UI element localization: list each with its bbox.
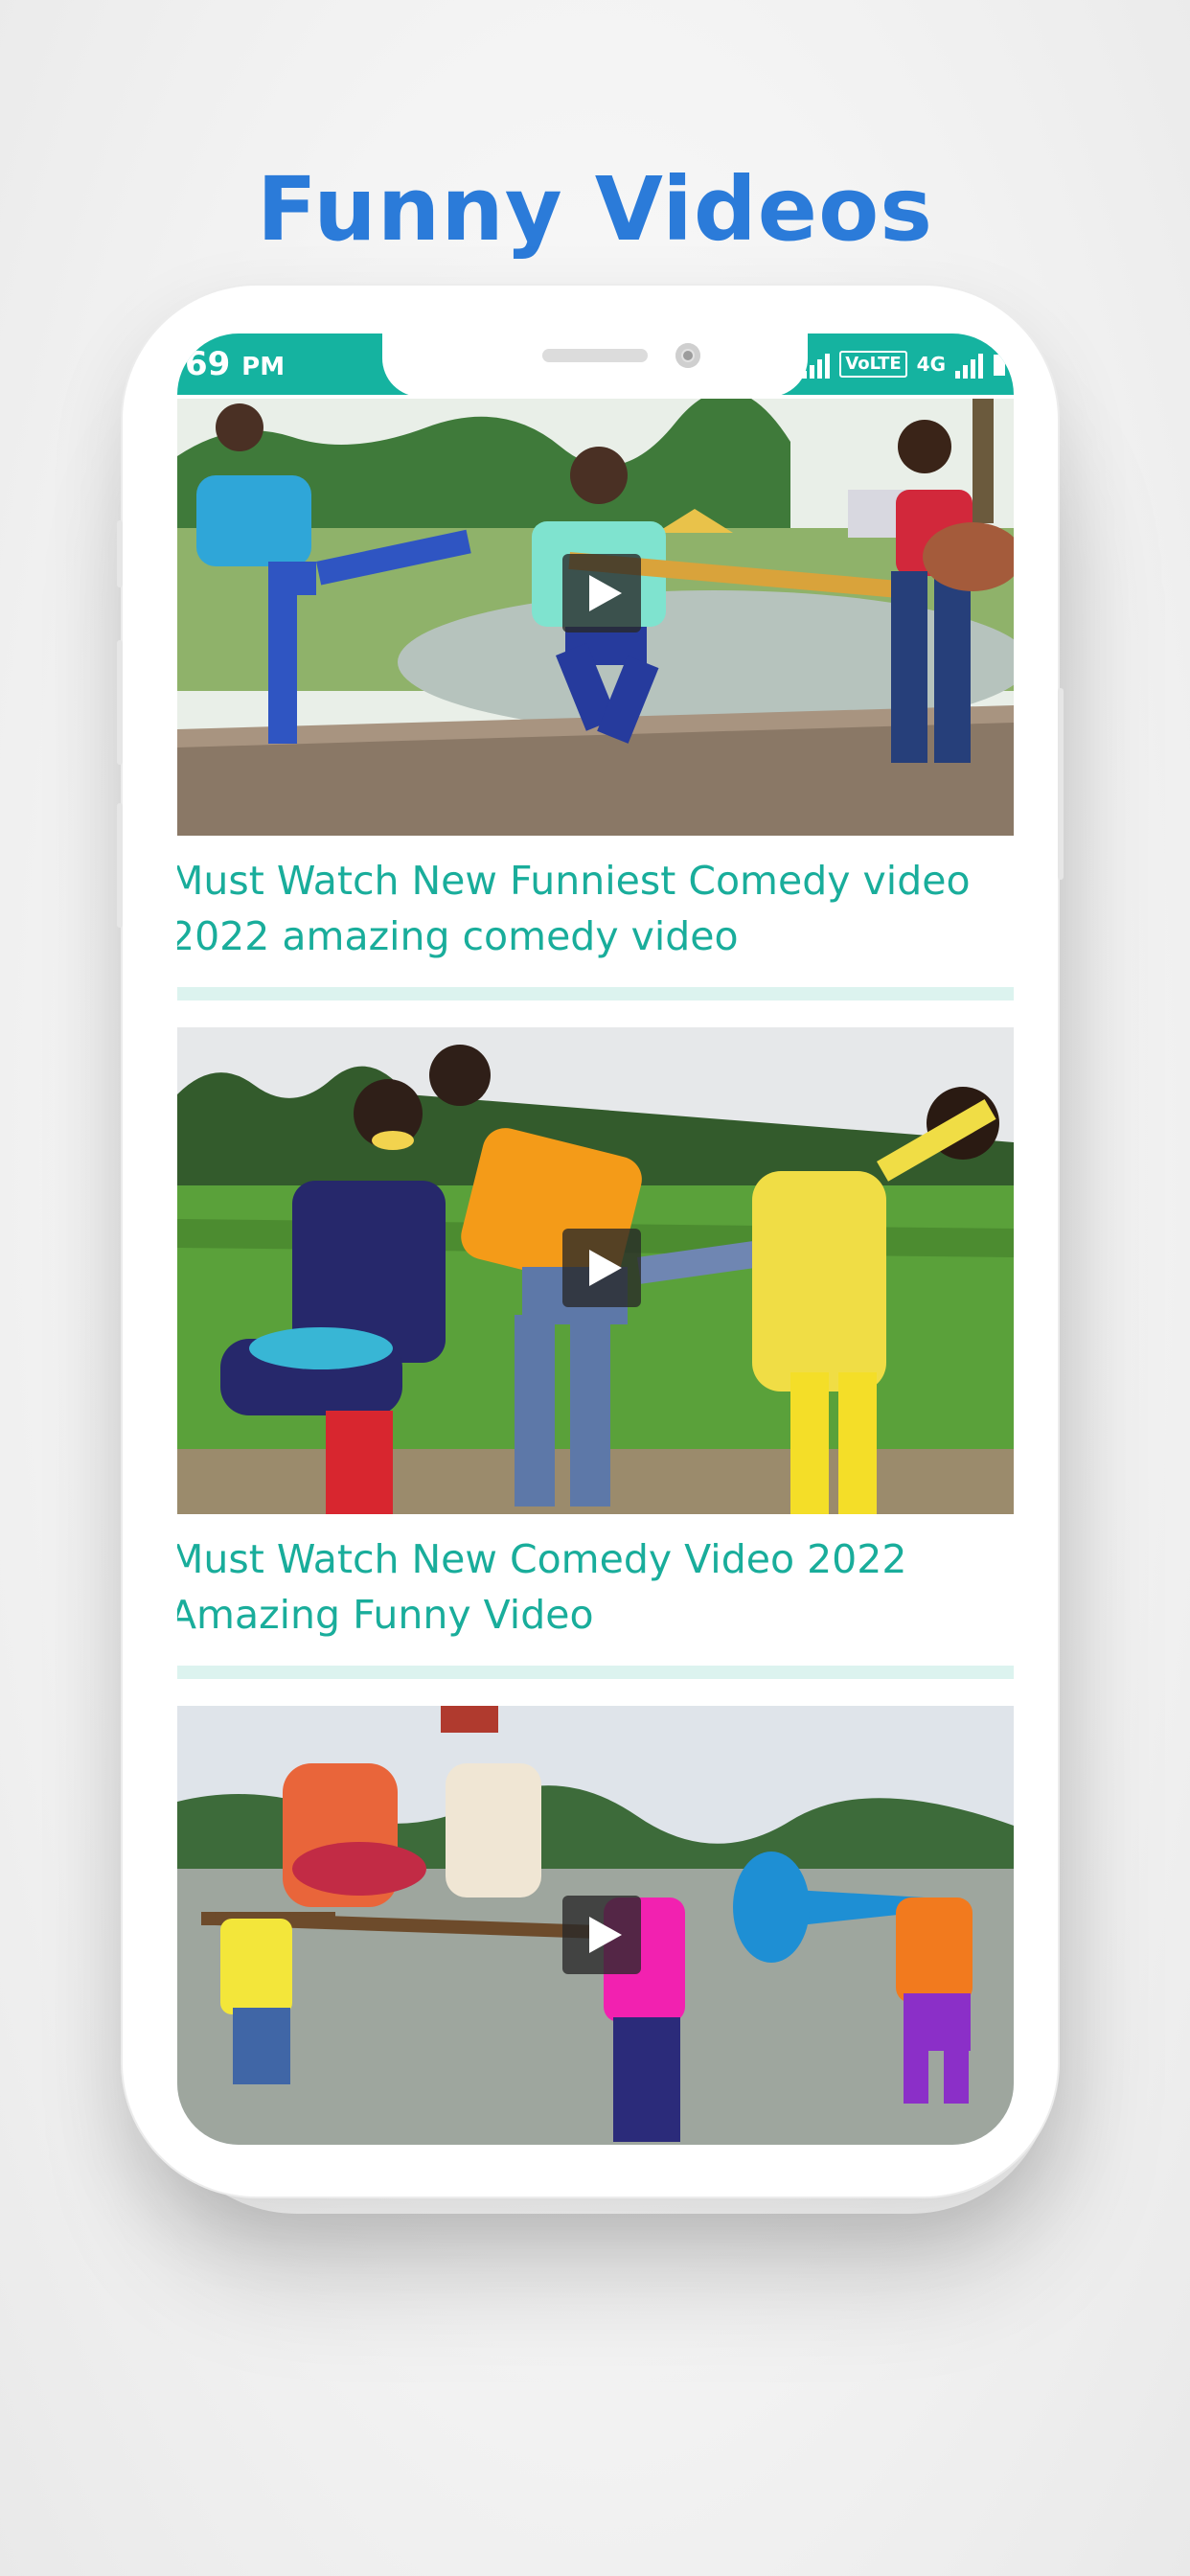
video-thumbnail[interactable] <box>177 1027 1014 1514</box>
phone-side-button <box>117 520 123 587</box>
video-title[interactable]: Must Watch New Comedy Video 2022 Amazing… <box>177 1514 1014 1643</box>
signal-icon-2 <box>955 350 983 379</box>
video-thumbnail[interactable] <box>177 1706 1014 2145</box>
play-icon[interactable] <box>562 1229 641 1307</box>
speaker-icon <box>542 349 648 362</box>
card-divider <box>177 1666 1014 1679</box>
video-card[interactable]: Must Watch New Funniest Comedy video 202… <box>177 399 1014 1000</box>
video-title-line-1: Must Watch New Funniest Comedy video <box>177 858 971 904</box>
battery-icon <box>994 355 1005 376</box>
network-type-icon: 4G <box>916 353 946 376</box>
play-icon[interactable] <box>562 554 641 632</box>
video-feed[interactable]: Must Watch New Funniest Comedy video 202… <box>177 399 1014 2145</box>
video-title[interactable]: Must Watch New Funniest Comedy video 202… <box>177 836 1014 964</box>
video-card[interactable] <box>177 1706 1014 2145</box>
status-time: 69 PM <box>185 345 285 383</box>
card-divider <box>177 987 1014 1000</box>
page-headline: Funny Videos <box>256 158 934 261</box>
status-icons: VoLTE 4G <box>802 347 1006 381</box>
video-card[interactable]: Must Watch New Comedy Video 2022 Amazing… <box>177 1027 1014 1679</box>
play-icon[interactable] <box>562 1896 641 1974</box>
video-thumbnail[interactable] <box>177 399 1014 836</box>
volte-icon: VoLTE <box>839 351 907 378</box>
phone-volume-up <box>117 640 123 765</box>
camera-icon <box>675 343 700 368</box>
status-time-suffix: PM <box>241 353 286 381</box>
status-time-value: 69 <box>185 345 231 383</box>
notch <box>382 334 808 397</box>
phone-volume-down <box>117 803 123 928</box>
phone-screen: 69 PM VoLTE 4G Must Watch New Funniest C… <box>177 334 1014 2145</box>
video-title-line-1: Must Watch New Comedy Video 2022 <box>177 1536 907 1582</box>
video-title-line-2: Amazing Funny Video <box>177 1592 594 1638</box>
video-title-line-2: 2022 amazing comedy video <box>177 913 739 959</box>
phone-power-button <box>1058 688 1064 880</box>
